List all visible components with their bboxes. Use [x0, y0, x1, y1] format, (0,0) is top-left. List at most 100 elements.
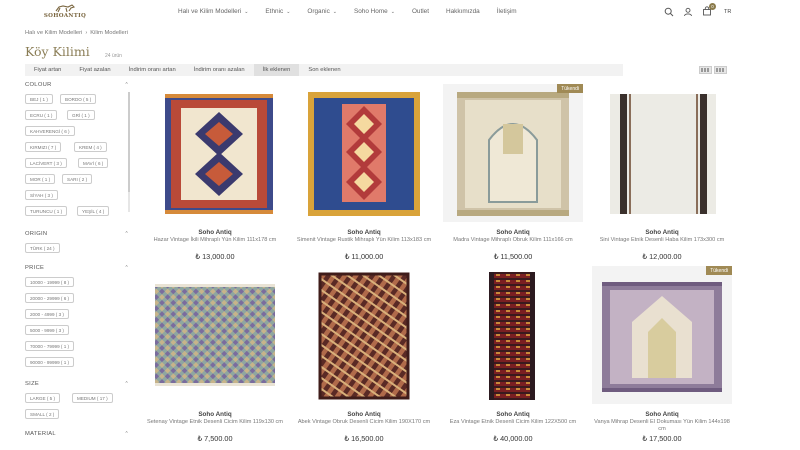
sort-discount-desc[interactable]: İndirim oranı azalan — [185, 64, 254, 76]
list-view-icon[interactable] — [699, 66, 712, 74]
facet-header[interactable]: ORIGIN ⌃ — [25, 231, 129, 237]
filter-chip[interactable]: TURUNCU ( 1 ) — [25, 206, 68, 216]
filter-chip[interactable]: TÜRK ( 24 ) — [25, 243, 60, 253]
product-name[interactable]: Simenit Vintage Rustik Mihraplı Yün Kili… — [294, 237, 434, 244]
filter-chip[interactable]: LARGE ( 5 ) — [25, 393, 61, 403]
filter-chip[interactable]: MOR ( 1 ) — [25, 174, 56, 184]
sort-last-added[interactable]: Son eklenen — [299, 64, 349, 76]
sort-price-asc[interactable]: Fiyat artan — [25, 64, 70, 76]
product-brand: Soho Antiq — [347, 229, 381, 236]
view-toggle — [699, 66, 727, 74]
filter-chip[interactable]: KAHVERENGİ ( 6 ) — [25, 126, 75, 136]
filter-chip[interactable]: MEDIUM ( 17 ) — [72, 393, 113, 403]
product-name[interactable]: Vanya Mihrap Desenli El Dokuması Yün Kil… — [592, 419, 732, 433]
chevron-down-icon: ⌄ — [244, 8, 249, 15]
product-price: ₺ 17,500.00 — [642, 434, 682, 443]
product-price: ₺ 12,000.00 — [642, 252, 682, 261]
filter-chip[interactable]: 5000 - 9999 ( 3 ) — [25, 325, 69, 335]
facet-header[interactable]: COLOUR ⌃ — [25, 82, 129, 88]
nav-soho-home[interactable]: Soho Home ⌄ — [354, 8, 395, 15]
product-brand: Soho Antiq — [347, 411, 381, 418]
product-image[interactable] — [294, 266, 434, 404]
nav-contact[interactable]: İletişim — [497, 8, 517, 15]
filter-chip[interactable]: ECRU ( 1 ) — [25, 110, 58, 120]
facet-header[interactable]: MATERIAL ⌃ — [25, 431, 129, 437]
facet-title: SIZE — [25, 381, 40, 387]
filter-chip[interactable]: SİYAH ( 3 ) — [25, 190, 58, 200]
nav-about[interactable]: Hakkımızda — [446, 8, 480, 15]
facet-title: COLOUR — [25, 82, 52, 88]
chevron-down-icon: ⌄ — [286, 8, 291, 15]
filter-chip[interactable]: GRİ ( 1 ) — [67, 110, 95, 120]
product-image[interactable]: Tükendi — [592, 266, 732, 404]
nav-label: Outlet — [411, 8, 429, 15]
user-icon[interactable] — [683, 7, 693, 17]
product-name[interactable]: Abek Vintage Obruk Desenli Cicim Kilim 1… — [294, 419, 434, 426]
sold-out-badge: Tükendi — [706, 266, 732, 275]
nav-label: Organic — [307, 8, 330, 15]
product-name[interactable]: Setenay Vintage Etnik Desenli Cicim Kili… — [145, 419, 285, 426]
product-price: ₺ 11,500.00 — [493, 252, 533, 261]
breadcrumb-link[interactable]: Halı ve Kilim Modelleri — [25, 30, 82, 36]
product-name[interactable]: Hazar Vintage İkili Mihraplı Yün Kilim 1… — [145, 237, 285, 244]
product-image[interactable] — [145, 266, 285, 404]
facet-title: ORIGIN — [25, 231, 48, 237]
filter-chip[interactable]: SARI ( 2 ) — [62, 174, 93, 184]
filter-scrollbar[interactable] — [128, 92, 130, 212]
nav-hali-kilim[interactable]: Halı ve Kilim Modelleri ⌄ — [178, 8, 248, 15]
filter-chip[interactable]: YEŞİL ( 4 ) — [77, 206, 110, 216]
product-brand: Soho Antiq — [645, 411, 679, 418]
filter-chip[interactable]: 70000 - 79999 ( 1 ) — [25, 341, 75, 351]
filter-chip[interactable]: BORDO ( 5 ) — [60, 94, 97, 104]
product-price: ₺ 16,500.00 — [344, 434, 384, 443]
filter-chip[interactable]: 2000 - 4999 ( 3 ) — [25, 309, 69, 319]
cart-button[interactable]: 0 — [702, 3, 716, 18]
filter-chip[interactable]: BEJ ( 1 ) — [25, 94, 53, 104]
filter-chip[interactable]: 10000 - 19999 ( 8 ) — [25, 277, 75, 287]
chevron-down-icon: ⌄ — [390, 8, 395, 15]
product-brand: Soho Antiq — [496, 229, 530, 236]
filter-chip[interactable]: MAVİ ( 6 ) — [78, 158, 109, 168]
breadcrumb-link[interactable]: Kilim Modelleri — [90, 30, 128, 36]
chevron-down-icon: ⌄ — [332, 8, 337, 15]
search-icon[interactable] — [664, 7, 674, 17]
filter-chip[interactable]: SMALL ( 2 ) — [25, 409, 60, 419]
facet-origin: ORIGIN ⌃ TÜRK ( 24 ) — [25, 231, 129, 253]
filter-chip[interactable]: 90000 - 99999 ( 1 ) — [25, 357, 75, 367]
product-brand: Soho Antiq — [645, 229, 679, 236]
sort-discount-asc[interactable]: İndirim oranı artan — [120, 64, 185, 76]
grid-view-icon[interactable] — [714, 66, 727, 74]
nav-ethnic[interactable]: Ethnic ⌄ — [265, 8, 290, 15]
page-title: Köy Kilimi — [25, 44, 90, 59]
filter-chip[interactable]: KREM ( 4 ) — [74, 142, 107, 152]
main-nav: Halı ve Kilim Modelleri ⌄ Ethnic ⌄ Organic… — [178, 8, 534, 15]
product-brand: Soho Antiq — [496, 411, 530, 418]
chevron-up-icon: ⌃ — [124, 82, 129, 88]
product-image[interactable] — [145, 84, 285, 222]
filter-chip[interactable]: 20000 - 29999 ( 6 ) — [25, 293, 75, 303]
site-logo[interactable]: SOHOANTIQ — [40, 4, 90, 20]
product-name[interactable]: Madra Vintage Mihraplı Obruk Kilim 111x1… — [443, 237, 583, 244]
product-name[interactable]: Sini Vintage Etnik Desenli Haba Kilim 17… — [592, 237, 732, 244]
sort-first-added[interactable]: İlk eklenen — [253, 64, 300, 76]
filter-chip[interactable]: KIRMIZI ( 7 ) — [25, 142, 62, 152]
horse-logo-icon — [55, 4, 76, 13]
facet-header[interactable]: PRICE ⌃ — [25, 265, 129, 271]
sort-price-desc[interactable]: Fiyat azalan — [70, 64, 119, 76]
product-name[interactable]: Eza Vintage Etnik Desenli Cicim Kilim 12… — [443, 419, 583, 426]
nav-outlet[interactable]: Outlet — [412, 8, 429, 15]
product-image[interactable] — [592, 84, 732, 222]
chevron-up-icon: ⌃ — [124, 265, 129, 271]
filter-chip[interactable]: LACİVERT ( 3 ) — [25, 158, 67, 168]
nav-organic[interactable]: Organic ⌄ — [307, 8, 337, 15]
product-image[interactable] — [294, 84, 434, 222]
facet-header[interactable]: SIZE ⌃ — [25, 381, 129, 387]
header-actions: 0 TR — [664, 3, 731, 18]
language-switch[interactable]: TR — [724, 9, 731, 15]
product-price: ₺ 11,000.00 — [344, 252, 384, 261]
facet-size: SIZE ⌃ LARGE ( 5 ) MEDIUM ( 17 ) SMALL ( … — [25, 381, 129, 419]
site-header: SOHOANTIQ Halı ve Kilim Modelleri ⌄ Ethni… — [0, 0, 800, 24]
sort-bar: Fiyat artan Fiyat azalan İndirim oranı a… — [25, 64, 623, 76]
product-image[interactable] — [443, 266, 583, 404]
product-image[interactable]: Tükendi — [443, 84, 583, 222]
